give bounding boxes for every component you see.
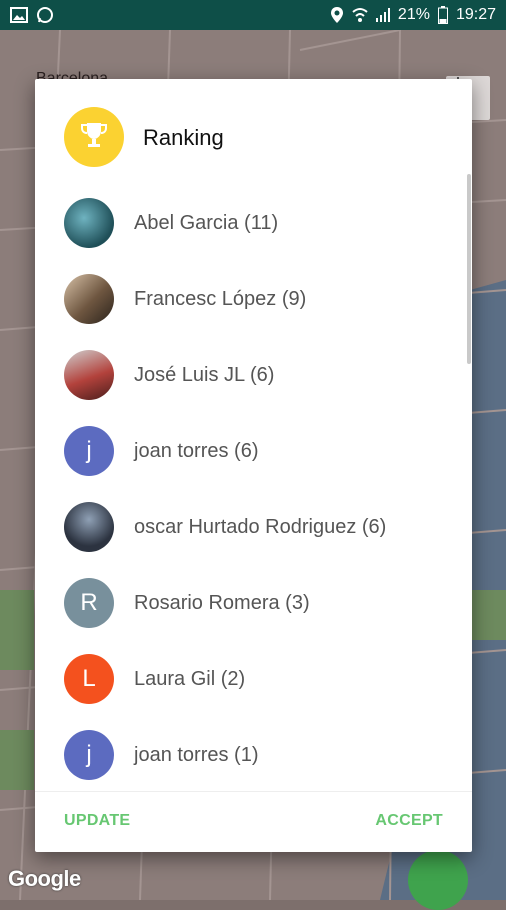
ranking-row[interactable]: j joan torres (1) — [35, 717, 472, 793]
avatar-letter: L — [82, 665, 96, 692]
ranking-row[interactable]: Francesc López (9) — [35, 261, 472, 337]
status-bar: 21% 19:27 — [0, 0, 506, 30]
ranking-row-label: Abel Garcia (11) — [134, 211, 279, 234]
ranking-row-label: oscar Hurtado Rodriguez (6) — [134, 515, 387, 538]
floating-action-button[interactable] — [408, 850, 468, 910]
avatar: j — [64, 730, 114, 780]
avatar — [64, 502, 114, 552]
clock: 19:27 — [455, 6, 496, 23]
ranking-row-label: joan torres (1) — [134, 743, 259, 766]
dialog-divider — [35, 791, 472, 792]
whatsapp-notification-icon — [36, 6, 54, 24]
avatar: L — [64, 654, 114, 704]
ranking-row-label: José Luis JL (6) — [134, 363, 275, 386]
trophy-icon — [79, 120, 109, 155]
avatar-letter: R — [80, 589, 98, 616]
location-icon — [330, 6, 344, 24]
ranking-row[interactable]: R Rosario Romera (3) — [35, 565, 472, 641]
google-logo: Google — [8, 866, 81, 891]
ranking-row-label: Francesc López (9) — [134, 287, 307, 310]
signal-icon — [375, 8, 390, 22]
avatar-letter: j — [86, 741, 92, 768]
accept-button[interactable]: ACCEPT — [375, 812, 443, 830]
avatar: R — [64, 578, 114, 628]
ranking-dialog: Ranking Abel Garcia (11) Francesc López … — [35, 79, 472, 852]
ranking-row[interactable]: L Laura Gil (2) — [35, 641, 472, 717]
ranking-row[interactable]: oscar Hurtado Rodriguez (6) — [35, 489, 472, 565]
avatar: j — [64, 426, 114, 476]
list-scrollbar[interactable] — [467, 174, 471, 364]
ranking-row[interactable]: Abel Garcia (11) — [35, 185, 472, 261]
ranking-row-label: Laura Gil (2) — [134, 667, 246, 690]
ranking-row[interactable]: j joan torres (6) — [35, 413, 472, 489]
update-button[interactable]: UPDATE — [64, 812, 130, 830]
gallery-notification-icon — [10, 7, 28, 23]
avatar-letter: j — [86, 437, 92, 464]
avatar — [64, 350, 114, 400]
ranking-row[interactable]: José Luis JL (6) — [35, 337, 472, 413]
ranking-row-label: joan torres (6) — [134, 439, 259, 462]
dialog-title: Ranking — [143, 125, 224, 150]
avatar — [64, 198, 114, 248]
ranking-row-label: Rosario Romera (3) — [134, 591, 310, 614]
wifi-icon — [352, 7, 368, 23]
avatar — [64, 274, 114, 324]
battery-icon — [437, 6, 448, 24]
trophy-badge — [64, 107, 124, 167]
battery-percent: 21% — [397, 6, 430, 23]
